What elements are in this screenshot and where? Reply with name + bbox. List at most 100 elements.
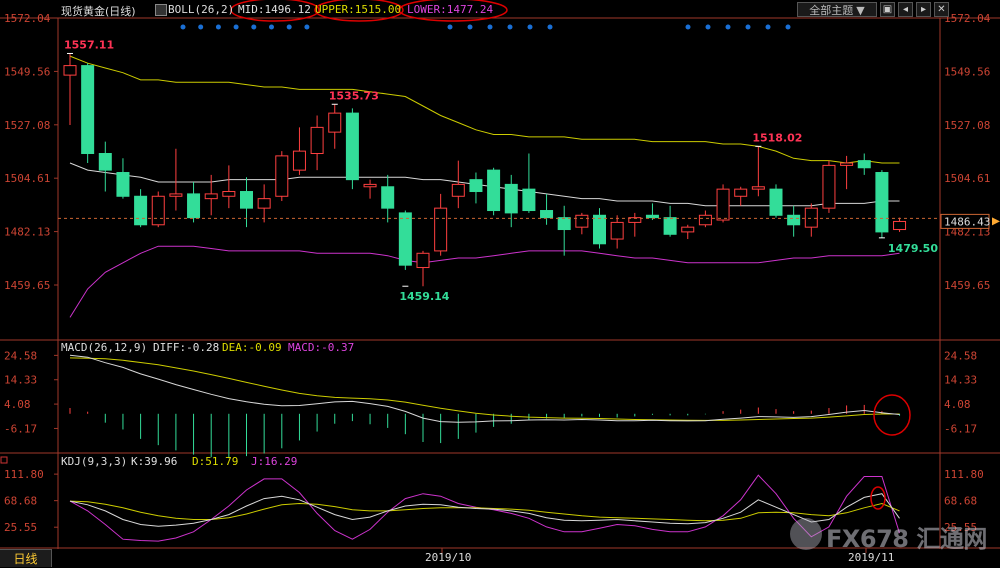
candle-down-body [540,210,554,219]
candle-up-body [328,112,342,133]
y-tick-label-left: 25.55 [4,521,37,534]
candle-up-body [698,214,712,226]
candle-down-body [593,214,606,245]
candle-up-body [310,126,324,155]
price-extreme-label: 1518.02 [752,131,802,144]
price-extreme-label: 1479.50 [888,242,938,255]
theme-dropdown[interactable]: 全部主题 ▼ [797,2,877,17]
event-dot [487,24,493,30]
candle-up-body [204,193,218,200]
candle-up-body [222,191,236,197]
y-tick-label-left: -6.17 [4,422,37,435]
event-dot [765,24,771,30]
y-tick-label-left: 24.58 [4,349,37,362]
candle [345,108,359,190]
indicator-icon[interactable] [155,4,167,16]
theme-dropdown-label: 全部主题 [809,4,854,17]
candle-down-body [645,214,659,219]
candle-up-body [363,183,377,188]
kdj-d-value: D:51.79 [192,455,239,468]
candle-down-body [504,183,518,214]
event-dot [685,24,691,30]
kdj-j-value: J:16.29 [251,455,298,468]
candle-down-body [81,65,95,155]
y-tick-label-right: -6.17 [944,422,977,435]
macd-hist-value: MACD:-0.37 [288,341,355,354]
candle-up-body [292,150,306,171]
y-tick-label-right: 1549.56 [944,65,990,78]
y-tick-label-left: 1482.13 [4,226,50,239]
event-dot [215,24,221,30]
y-tick-label-left: 68.68 [4,495,37,508]
candle [398,210,412,270]
y-tick-label-left: 4.08 [4,398,31,411]
candle-up-body [275,155,289,197]
candle-up-body [63,65,77,76]
candle-up-body [822,164,836,209]
candle-up-body [893,220,907,231]
event-dot [286,24,292,30]
candle-up-body [804,207,818,228]
candle [487,167,501,216]
candle-down-body [787,214,801,226]
fx678-logo-icon [790,518,822,550]
event-dot [745,24,751,30]
candle-down-body [469,179,483,193]
macd-label: MACD(26,12,9) [61,341,148,354]
restore-icon[interactable]: ▣ [880,2,895,17]
chart-canvas: 2019/10 2019/11 1572.04 1572.04 1549.56 1549… [0,0,1000,567]
y-tick-label-right: 1459.65 [944,279,990,292]
price-extreme-label: 1535.73 [329,89,379,102]
candle [822,160,836,213]
candle [875,170,889,238]
candle-down-body [187,193,201,219]
y-tick-label-right: 1504.61 [944,172,990,185]
period-label: (日线) [105,5,136,18]
candle-down-body [116,172,130,197]
candle-up-body [169,193,183,197]
chart-frame: 2019/10 2019/11 [0,0,1000,567]
candle [769,184,783,218]
y-tick-label-left: 1572.04 [4,12,51,25]
x-tick-label: 2019/10 [425,551,471,564]
boll-upper-value: UPPER:1515.00 [315,3,402,16]
y-tick-label-left: 1504.61 [4,172,50,185]
last-price-label: 1486.43 [944,215,990,228]
candle-down-body [98,153,112,171]
event-dot [447,24,453,30]
candle-down-body [345,112,359,181]
candle-up-body [451,183,465,197]
candle-down-body [381,186,395,209]
candle-down-body [857,160,871,169]
boll-lower-value: LOWER:1477.24 [407,3,494,16]
prev-arrow-icon[interactable]: ◂ [898,2,913,17]
candle-down-body [522,188,536,212]
fx678-watermark: FX678 汇通网 [788,516,988,556]
y-tick-label-left: 14.33 [4,374,37,387]
period-tab-daily[interactable]: 日线 [0,549,52,567]
y-tick-label-left: 1549.56 [4,65,50,78]
candle [81,63,95,164]
candle-up-body [734,188,748,197]
event-dot [180,24,186,30]
kline-chart-window: 2019/10 2019/11 1572.04 1572.04 1549.56 1549… [0,0,1000,567]
candle [275,151,289,202]
candle-down-body [557,217,571,231]
y-tick-label-right: 1572.04 [944,12,991,25]
event-dot [198,24,204,30]
y-tick-label-right: 14.33 [944,374,977,387]
close-icon[interactable]: ✕ [934,2,949,17]
candle-up-body [434,207,448,252]
y-tick-label-right: 111.80 [944,468,984,481]
y-tick-label-right: 24.58 [944,349,977,362]
candle [716,184,730,223]
candle-down-body [398,212,412,266]
event-dot [467,24,473,30]
kdj-k-value: K:39.96 [131,455,178,468]
candle-up-body [716,188,730,221]
candle-down-body [487,169,501,212]
next-arrow-icon[interactable]: ▸ [916,2,931,17]
event-dot [507,24,513,30]
candle-down-body [663,217,677,235]
event-dot [785,24,791,30]
